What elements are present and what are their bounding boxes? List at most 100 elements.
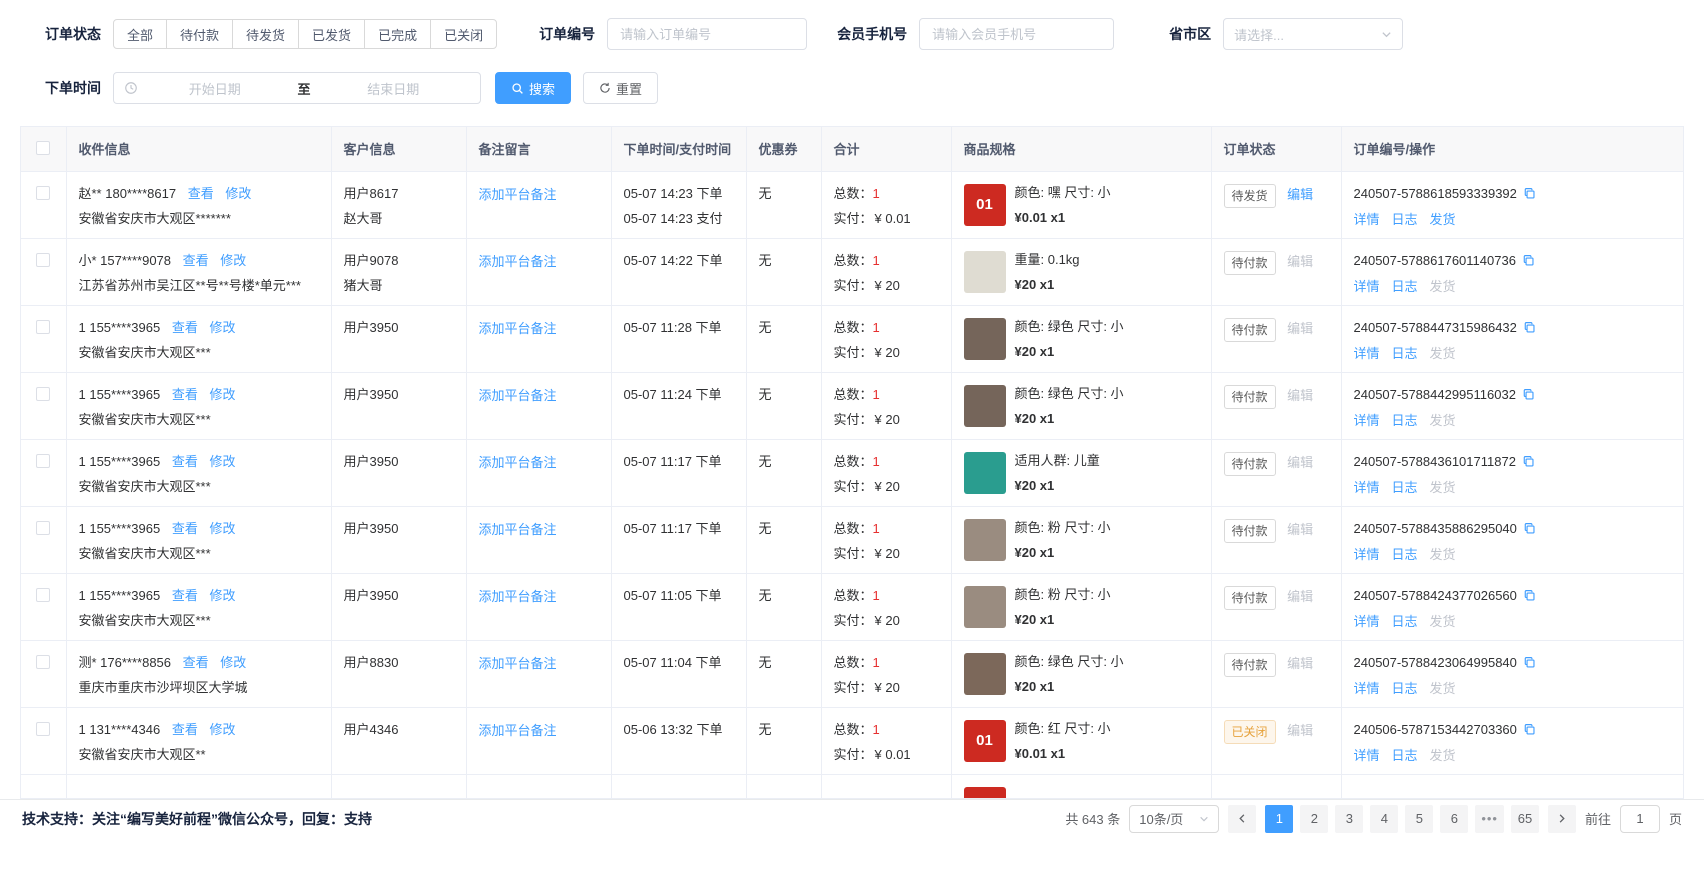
page-button-4[interactable]: 4: [1370, 805, 1398, 833]
detail-link[interactable]: 详情: [1354, 544, 1380, 563]
product-image[interactable]: [964, 653, 1006, 695]
view-link[interactable]: 查看: [188, 186, 214, 201]
row-checkbox[interactable]: [36, 320, 50, 334]
log-link[interactable]: 日志: [1392, 745, 1418, 764]
status-tab-4[interactable]: 已完成: [364, 19, 431, 49]
product-image[interactable]: [964, 385, 1006, 427]
modify-link[interactable]: 修改: [209, 722, 235, 737]
add-remark-link[interactable]: 添加平台备注: [479, 254, 557, 269]
ship-link[interactable]: 发货: [1430, 611, 1456, 630]
ship-link[interactable]: 发货: [1430, 410, 1456, 429]
modify-link[interactable]: 修改: [209, 521, 235, 536]
row-checkbox[interactable]: [36, 186, 50, 200]
order-no-input[interactable]: [607, 18, 807, 50]
edit-link[interactable]: 编辑: [1287, 656, 1313, 671]
status-tab-1[interactable]: 待付款: [166, 19, 233, 49]
edit-link[interactable]: 编辑: [1287, 455, 1313, 470]
detail-link[interactable]: 详情: [1354, 209, 1380, 228]
modify-link[interactable]: 修改: [220, 253, 246, 268]
next-page-button[interactable]: [1548, 805, 1576, 833]
log-link[interactable]: 日志: [1392, 410, 1418, 429]
page-button-65[interactable]: 65: [1511, 805, 1539, 833]
goto-page-input[interactable]: [1620, 805, 1660, 833]
ship-link[interactable]: 发货: [1430, 343, 1456, 362]
view-link[interactable]: 查看: [172, 320, 198, 335]
product-image[interactable]: 01: [964, 787, 1006, 799]
copy-icon[interactable]: [1522, 388, 1535, 401]
status-tab-0[interactable]: 全部: [113, 19, 167, 49]
product-image[interactable]: [964, 586, 1006, 628]
add-remark-link[interactable]: 添加平台备注: [479, 656, 557, 671]
log-link[interactable]: 日志: [1392, 276, 1418, 295]
page-button-2[interactable]: 2: [1300, 805, 1328, 833]
ship-link[interactable]: 发货: [1430, 276, 1456, 295]
modify-link[interactable]: 修改: [209, 387, 235, 402]
detail-link[interactable]: 详情: [1354, 343, 1380, 362]
copy-icon[interactable]: [1523, 522, 1536, 535]
add-remark-link[interactable]: 添加平台备注: [479, 723, 557, 738]
view-link[interactable]: 查看: [172, 387, 198, 402]
add-remark-link[interactable]: 添加平台备注: [479, 187, 557, 202]
modify-link[interactable]: 修改: [209, 454, 235, 469]
copy-icon[interactable]: [1523, 589, 1536, 602]
ship-link[interactable]: 发货: [1430, 544, 1456, 563]
detail-link[interactable]: 详情: [1354, 611, 1380, 630]
edit-link[interactable]: 编辑: [1287, 723, 1313, 738]
log-link[interactable]: 日志: [1392, 343, 1418, 362]
log-link[interactable]: 日志: [1392, 611, 1418, 630]
date-range-picker[interactable]: 开始日期 至 结束日期: [113, 72, 481, 104]
edit-link[interactable]: 编辑: [1287, 187, 1313, 202]
detail-link[interactable]: 详情: [1354, 678, 1380, 697]
product-image[interactable]: [964, 318, 1006, 360]
add-remark-link[interactable]: 添加平台备注: [479, 388, 557, 403]
ship-link[interactable]: 发货: [1430, 209, 1456, 228]
view-link[interactable]: 查看: [172, 521, 198, 536]
edit-link[interactable]: 编辑: [1287, 321, 1313, 336]
add-remark-link[interactable]: 添加平台备注: [479, 522, 557, 537]
product-image[interactable]: 01: [964, 720, 1006, 762]
detail-link[interactable]: 详情: [1354, 745, 1380, 764]
page-button-5[interactable]: 5: [1405, 805, 1433, 833]
page-button-1[interactable]: 1: [1265, 805, 1293, 833]
ship-link[interactable]: 发货: [1430, 745, 1456, 764]
product-image[interactable]: [964, 519, 1006, 561]
status-tab-3[interactable]: 已发货: [298, 19, 365, 49]
view-link[interactable]: 查看: [172, 454, 198, 469]
add-remark-link[interactable]: 添加平台备注: [479, 455, 557, 470]
row-checkbox[interactable]: [36, 655, 50, 669]
phone-input[interactable]: [919, 18, 1114, 50]
view-link[interactable]: 查看: [172, 722, 198, 737]
modify-link[interactable]: 修改: [225, 186, 251, 201]
row-checkbox[interactable]: [36, 387, 50, 401]
status-tab-5[interactable]: 已关闭: [430, 19, 497, 49]
detail-link[interactable]: 详情: [1354, 477, 1380, 496]
edit-link[interactable]: 编辑: [1287, 254, 1313, 269]
prev-page-button[interactable]: [1228, 805, 1256, 833]
copy-icon[interactable]: [1522, 455, 1535, 468]
log-link[interactable]: 日志: [1392, 544, 1418, 563]
edit-link[interactable]: 编辑: [1287, 589, 1313, 604]
page-button-3[interactable]: 3: [1335, 805, 1363, 833]
copy-icon[interactable]: [1523, 656, 1536, 669]
product-image[interactable]: [964, 452, 1006, 494]
status-tab-2[interactable]: 待发货: [232, 19, 299, 49]
ship-link[interactable]: 发货: [1430, 477, 1456, 496]
product-image[interactable]: 01: [964, 184, 1006, 226]
modify-link[interactable]: 修改: [209, 320, 235, 335]
modify-link[interactable]: 修改: [220, 655, 246, 670]
reset-button[interactable]: 重置: [583, 72, 658, 104]
page-ellipsis[interactable]: •••: [1475, 805, 1504, 833]
detail-link[interactable]: 详情: [1354, 410, 1380, 429]
edit-link[interactable]: 编辑: [1287, 522, 1313, 537]
log-link[interactable]: 日志: [1392, 678, 1418, 697]
log-link[interactable]: 日志: [1392, 209, 1418, 228]
row-checkbox[interactable]: [36, 722, 50, 736]
page-size-select[interactable]: 10条/页: [1129, 805, 1219, 833]
add-remark-link[interactable]: 添加平台备注: [479, 589, 557, 604]
row-checkbox[interactable]: [36, 588, 50, 602]
product-image[interactable]: [964, 251, 1006, 293]
view-link[interactable]: 查看: [183, 655, 209, 670]
region-select[interactable]: 请选择...: [1223, 18, 1403, 50]
copy-icon[interactable]: [1523, 723, 1536, 736]
search-button[interactable]: 搜索: [495, 72, 571, 104]
